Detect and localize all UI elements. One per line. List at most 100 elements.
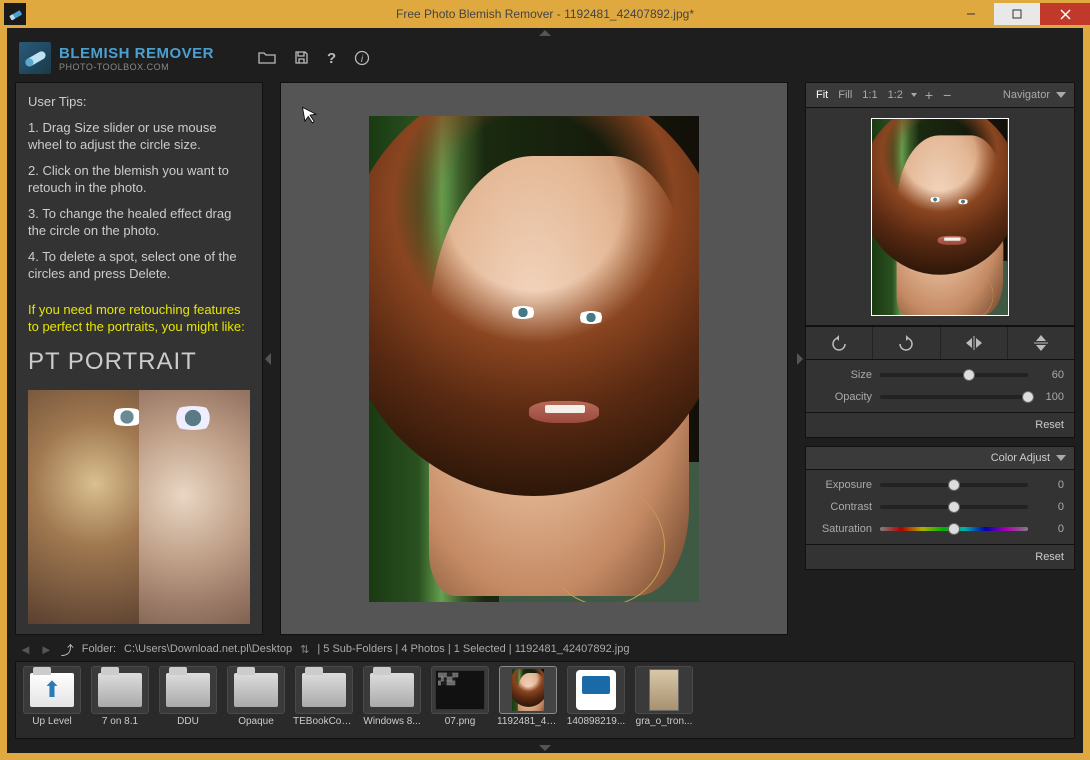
size-slider[interactable] <box>880 373 1028 377</box>
main-photo[interactable] <box>369 116 699 602</box>
path-bar: ◄ ► ⤴ Folder: C:\Users\Download.net.pl\D… <box>7 637 1083 661</box>
svg-text:i: i <box>361 54 364 65</box>
thumbnail-item[interactable]: ▓▓▓░░▓▓░▓░▓▓░▓░░▓▓▓ 07.png <box>428 666 492 734</box>
thumbnail-item[interactable]: 1192481_42... <box>496 666 560 734</box>
window-maximize-button[interactable] <box>994 3 1040 25</box>
zoom-in-icon[interactable]: + <box>923 87 935 103</box>
chevron-down-icon[interactable] <box>1056 92 1066 98</box>
window-minimize-button[interactable] <box>948 3 994 25</box>
exposure-value: 0 <box>1036 479 1064 491</box>
app-header: BLEMISH REMOVER PHOTO-TOOLBOX.COM ? i <box>7 38 1083 78</box>
collapse-right-handle[interactable] <box>795 82 805 635</box>
thumbnail-icon <box>159 666 217 714</box>
navigator-preview[interactable] <box>805 108 1075 326</box>
tip-item: 2. Click on the blemish you want to reto… <box>28 162 250 197</box>
thumbnail-icon <box>91 666 149 714</box>
thumbnail-icon <box>363 666 421 714</box>
thumbnail-label: gra_o_tron... <box>633 716 695 727</box>
thumbnail-icon: ▓▓▓░░▓▓░▓░▓▓░▓░░▓▓▓ <box>431 666 489 714</box>
promo-title[interactable]: PT PORTRAIT <box>28 346 250 378</box>
navigator-header: Fit Fill 1:1 1:2 + − Navigator <box>805 82 1075 108</box>
save-icon[interactable] <box>294 50 309 67</box>
exposure-label: Exposure <box>816 479 872 491</box>
color-adjust-title: Color Adjust <box>991 452 1050 464</box>
contrast-slider-row: Contrast 0 <box>816 496 1064 518</box>
opacity-slider-row: Opacity 100 <box>816 386 1064 408</box>
zoom-dropdown-icon[interactable] <box>911 93 917 97</box>
tool-reset-button[interactable]: Reset <box>805 413 1075 438</box>
expand-top-handle[interactable] <box>7 28 1083 38</box>
flip-horizontal-icon[interactable] <box>941 327 1008 359</box>
thumbnail-item[interactable]: 140898219... <box>564 666 628 734</box>
promo-image[interactable] <box>28 390 250 624</box>
bandage-icon <box>19 42 51 74</box>
info-icon[interactable]: i <box>354 50 370 67</box>
navigator-title[interactable]: Navigator <box>1003 89 1050 101</box>
path-summary: | 5 Sub-Folders | 4 Photos | 1 Selected … <box>317 643 629 655</box>
thumbnail-icon <box>295 666 353 714</box>
thumbnail-item[interactable]: gra_o_tron... <box>632 666 696 734</box>
zoom-1-2[interactable]: 1:2 <box>886 89 905 101</box>
window-titlebar: Free Photo Blemish Remover - 1192481_424… <box>0 0 1090 28</box>
user-tips-panel: User Tips: 1. Drag Size slider or use mo… <box>15 82 263 635</box>
size-label: Size <box>816 369 872 381</box>
thumbnail-label: TEBookCon... <box>293 716 355 727</box>
exposure-slider-row: Exposure 0 <box>816 474 1064 496</box>
contrast-value: 0 <box>1036 501 1064 513</box>
expand-bottom-handle[interactable] <box>7 743 1083 753</box>
tip-item: 4. To delete a spot, select one of the c… <box>28 248 250 283</box>
nav-forward-icon[interactable]: ► <box>40 642 53 657</box>
thumbnail-item[interactable]: Windows 8... <box>360 666 424 734</box>
opacity-slider[interactable] <box>880 395 1028 399</box>
zoom-fit[interactable]: Fit <box>814 89 830 101</box>
thumbnail-icon <box>635 666 693 714</box>
nav-up-icon[interactable]: ⤴ <box>61 640 74 659</box>
color-adjust-header[interactable]: Color Adjust <box>805 446 1075 470</box>
app-logo: BLEMISH REMOVER PHOTO-TOOLBOX.COM <box>19 42 214 74</box>
thumbnail-icon <box>499 666 557 714</box>
zoom-fill[interactable]: Fill <box>836 89 854 101</box>
thumbnail-label: Windows 8... <box>361 716 423 727</box>
thumbnail-item[interactable]: Opaque <box>224 666 288 734</box>
rotate-right-icon[interactable] <box>873 327 940 359</box>
thumbnail-label: 07.png <box>429 716 491 727</box>
thumbnail-label: 1192481_42... <box>497 716 559 727</box>
collapse-left-handle[interactable] <box>263 82 273 635</box>
canvas[interactable] <box>280 82 788 635</box>
right-panel: Fit Fill 1:1 1:2 + − Navigator <box>805 82 1075 635</box>
thumbnail-label: Opaque <box>225 716 287 727</box>
rotate-left-icon[interactable] <box>806 327 873 359</box>
tip-item: 1. Drag Size slider or use mouse wheel t… <box>28 119 250 154</box>
folder-label: Folder: <box>82 643 116 655</box>
contrast-slider[interactable] <box>880 505 1028 509</box>
folder-path[interactable]: C:\Users\Download.net.pl\Desktop <box>124 643 292 655</box>
opacity-label: Opacity <box>816 391 872 403</box>
nav-back-icon[interactable]: ◄ <box>19 642 32 657</box>
app-frame: BLEMISH REMOVER PHOTO-TOOLBOX.COM ? i Us… <box>7 28 1083 753</box>
help-icon[interactable]: ? <box>327 50 336 67</box>
thumbnail-strip: ⬆Up Level 7 on 8.1 DDU Opaque TEBookCon... Wi… <box>15 661 1075 739</box>
thumbnail-item[interactable]: TEBookCon... <box>292 666 356 734</box>
open-file-icon[interactable] <box>258 50 276 67</box>
path-sort-icon[interactable]: ⇅ <box>300 643 309 656</box>
flip-vertical-icon[interactable] <box>1008 327 1074 359</box>
exposure-slider[interactable] <box>880 483 1028 487</box>
thumbnail-label: DDU <box>157 716 219 727</box>
transform-tools <box>805 326 1075 360</box>
contrast-label: Contrast <box>816 501 872 513</box>
window-close-button[interactable] <box>1040 3 1090 25</box>
thumbnail-icon <box>227 666 285 714</box>
thumbnail-label: 7 on 8.1 <box>89 716 151 727</box>
saturation-slider-row: Saturation 0 <box>816 518 1064 540</box>
thumbnail-item[interactable]: 7 on 8.1 <box>88 666 152 734</box>
thumbnail-item[interactable]: ⬆Up Level <box>20 666 84 734</box>
chevron-down-icon <box>1056 455 1066 461</box>
saturation-slider[interactable] <box>880 527 1028 531</box>
opacity-value: 100 <box>1036 391 1064 403</box>
zoom-out-icon[interactable]: − <box>941 87 953 103</box>
thumbnail-label: Up Level <box>21 716 83 727</box>
color-reset-button[interactable]: Reset <box>805 545 1075 570</box>
thumbnail-item[interactable]: DDU <box>156 666 220 734</box>
zoom-1-1[interactable]: 1:1 <box>860 89 879 101</box>
thumbnail-icon <box>567 666 625 714</box>
